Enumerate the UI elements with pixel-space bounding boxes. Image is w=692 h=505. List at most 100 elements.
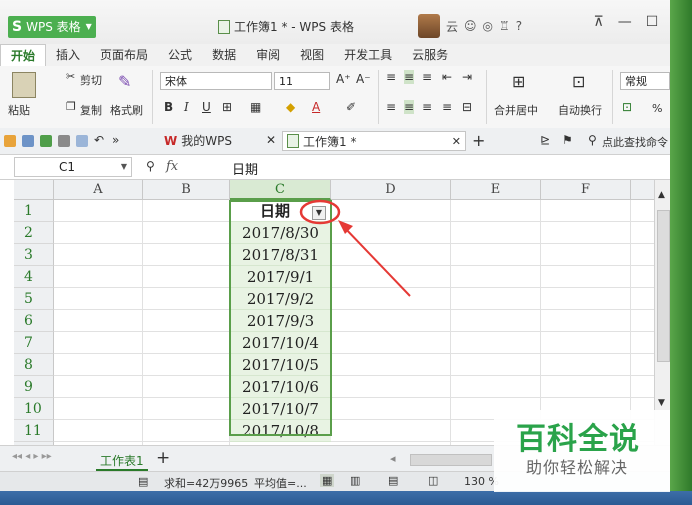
- tab-document[interactable]: 工作簿1 * ✕: [282, 131, 466, 151]
- brush-icon[interactable]: ✎: [118, 72, 131, 91]
- copy-button[interactable]: 复制: [80, 102, 102, 118]
- zoom-lens-icon[interactable]: ⚲: [146, 159, 155, 173]
- fill-pattern-icon[interactable]: ▦: [250, 100, 261, 114]
- avatar[interactable]: [418, 14, 440, 38]
- fill-color-icon[interactable]: ◆: [286, 100, 295, 114]
- fx-icon[interactable]: fx: [166, 159, 178, 174]
- vertical-scrollbar[interactable]: ▲ ▼: [654, 180, 671, 445]
- tab-developer[interactable]: 开发工具: [334, 44, 402, 66]
- watermark-title: 百科全说: [516, 422, 640, 457]
- grow-font-icon[interactable]: A⁺: [336, 72, 351, 86]
- spreadsheet-grid[interactable]: A B C D E F 1 日期 2 2017/8/30 3 2017/8/31 4 2017…: [0, 180, 654, 445]
- page-break-view-icon[interactable]: ▤: [388, 474, 398, 487]
- merge-center-button[interactable]: 合并居中: [494, 102, 538, 118]
- sheet-nav-icons[interactable]: ◂◂ ◂ ▸ ▸▸: [12, 451, 52, 462]
- chevron-down-icon[interactable]: ▼: [121, 158, 127, 176]
- align-bottom-icon[interactable]: ≡: [422, 70, 432, 84]
- scissors-icon[interactable]: ✂: [66, 70, 75, 83]
- paste-button[interactable]: 粘贴: [8, 102, 30, 118]
- tab-my-wps[interactable]: W 我的WPS: [164, 132, 232, 149]
- search-icon[interactable]: ⚲: [588, 133, 597, 147]
- restore-ribbon-icon[interactable]: ⊼: [593, 14, 603, 30]
- menu-bar: 开始 插入 页面布局 公式 数据 审阅 视图 开发工具 云服务: [0, 43, 692, 67]
- formula-input[interactable]: 日期: [232, 159, 258, 178]
- shirt-icon[interactable]: ♖: [499, 19, 510, 33]
- tab-data[interactable]: 数据: [202, 44, 246, 66]
- maximize-button[interactable]: ☐: [646, 14, 659, 30]
- export-pdf-icon[interactable]: [40, 135, 52, 147]
- font-size-select[interactable]: 11: [274, 72, 330, 90]
- border-icon[interactable]: ⊞: [222, 100, 232, 114]
- tab-insert[interactable]: 插入: [46, 44, 90, 66]
- tab-cloud[interactable]: 云服务: [402, 44, 458, 66]
- command-search[interactable]: 点此查找命令: [602, 134, 668, 150]
- print-preview-icon[interactable]: [76, 135, 88, 147]
- scroll-thumb[interactable]: [657, 210, 670, 362]
- italic-icon[interactable]: I: [184, 100, 189, 114]
- align-middle-icon[interactable]: ≡: [404, 70, 415, 84]
- status-doc-icon[interactable]: ▤: [138, 475, 148, 488]
- title-bar: S WPS 表格 ▼ 工作簿1 * - WPS 表格 云 ☺ ◎ ♖ ? ⊼ —…: [0, 0, 692, 44]
- normal-view-icon[interactable]: ▦: [320, 474, 335, 487]
- scroll-up-icon[interactable]: ▲: [658, 190, 665, 200]
- align-center-icon[interactable]: ≡: [404, 100, 415, 114]
- paste-icon[interactable]: [12, 72, 36, 98]
- help-icon[interactable]: ?: [516, 19, 522, 33]
- wrap-icon[interactable]: ⊡: [572, 72, 585, 91]
- scroll-down-icon[interactable]: ▼: [658, 398, 665, 408]
- tab-start[interactable]: 开始: [0, 43, 47, 67]
- skin-icon[interactable]: ◎: [483, 19, 493, 33]
- tab-formulas[interactable]: 公式: [158, 44, 202, 66]
- backup-icon[interactable]: ⊵: [540, 133, 550, 147]
- font-color-icon[interactable]: A: [312, 100, 320, 114]
- undo-icon[interactable]: ↶: [94, 133, 104, 147]
- app-menu-button[interactable]: S WPS 表格 ▼: [8, 16, 96, 38]
- wrap-text-button[interactable]: 自动换行: [558, 102, 602, 118]
- indent-increase-icon[interactable]: ⇥: [462, 70, 472, 84]
- minimize-button[interactable]: —: [618, 14, 632, 30]
- font-name-select[interactable]: 宋体: [160, 72, 272, 90]
- justify-icon[interactable]: ≡: [442, 100, 452, 114]
- hscroll-left-icon[interactable]: ◂: [390, 452, 396, 465]
- cut-button[interactable]: 剪切: [80, 72, 102, 88]
- align-top-icon[interactable]: ≡: [386, 70, 396, 84]
- watermark-subtitle: 助你轻松解决: [526, 458, 629, 477]
- save-icon[interactable]: [22, 135, 34, 147]
- close-tab-icon[interactable]: ✕: [266, 133, 276, 147]
- tab-page-layout[interactable]: 页面布局: [90, 44, 158, 66]
- print-icon[interactable]: [58, 135, 70, 147]
- horizontal-scrollbar[interactable]: [410, 454, 492, 466]
- clear-format-icon[interactable]: ✐: [346, 100, 356, 114]
- shrink-font-icon[interactable]: A⁻: [356, 72, 371, 86]
- number-format-select[interactable]: 常规: [620, 72, 670, 90]
- add-sheet-button[interactable]: +: [156, 448, 170, 468]
- flag-icon[interactable]: ⚑: [562, 133, 573, 147]
- merge-icon[interactable]: ⊞: [512, 72, 525, 91]
- wps-window: S WPS 表格 ▼ 工作簿1 * - WPS 表格 云 ☺ ◎ ♖ ? ⊼ —…: [0, 0, 692, 505]
- more-icon[interactable]: »: [112, 133, 119, 147]
- currency-icon[interactable]: ⊡: [622, 100, 632, 114]
- tab-review[interactable]: 审阅: [246, 44, 290, 66]
- document-icon: [218, 19, 230, 34]
- underline-icon[interactable]: U: [202, 100, 211, 114]
- close-icon[interactable]: ✕: [452, 135, 461, 148]
- align-left-icon[interactable]: ≡: [386, 100, 396, 114]
- indent-decrease-icon[interactable]: ⇤: [442, 70, 452, 84]
- wps-w-icon: W: [164, 133, 178, 148]
- format-painter-button[interactable]: 格式刷: [110, 102, 143, 118]
- align-right-icon[interactable]: ≡: [422, 100, 432, 114]
- copy-icon[interactable]: ❐: [66, 100, 76, 113]
- distribute-icon[interactable]: ⊟: [462, 100, 472, 114]
- tab-view[interactable]: 视图: [290, 44, 334, 66]
- smile-icon[interactable]: ☺: [464, 19, 477, 33]
- user-area[interactable]: 云 ☺ ◎ ♖ ?: [418, 14, 522, 38]
- percent-button[interactable]: %: [652, 102, 662, 115]
- side-strip: [670, 0, 692, 505]
- sheet-tab-1[interactable]: 工作表1: [96, 452, 148, 471]
- reading-mode-icon[interactable]: ◫: [428, 474, 438, 487]
- page-layout-view-icon[interactable]: ▥: [350, 474, 360, 487]
- name-box[interactable]: C1 ▼: [14, 157, 132, 177]
- open-folder-icon[interactable]: [4, 135, 16, 147]
- new-tab-icon[interactable]: +: [472, 131, 485, 150]
- bold-icon[interactable]: B: [164, 100, 173, 114]
